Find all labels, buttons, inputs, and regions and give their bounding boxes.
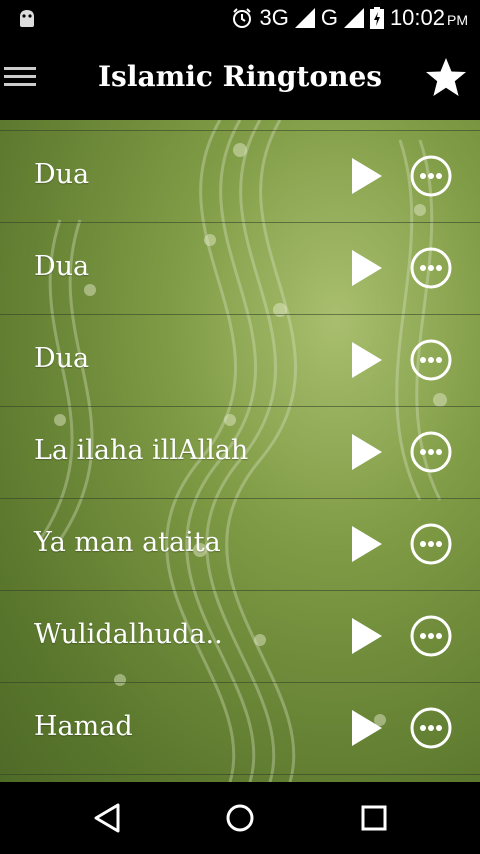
signal-icon [343,8,364,28]
ringtone-title: Dua [34,251,90,282]
more-options-icon[interactable] [410,247,452,289]
ringtone-row[interactable]: La ilaha illAllah [0,406,480,498]
more-options-icon[interactable] [410,523,452,565]
ringtone-title: Dua [34,159,90,190]
network-type-g: G [320,5,338,30]
ringtone-row[interactable]: Dua [0,314,480,406]
play-icon[interactable] [350,432,384,472]
ringtone-title: La ilaha illAllah [34,435,249,466]
battery-icon [369,7,384,29]
status-bar: 3G G 10:02 PM [0,0,480,36]
ringtone-row[interactable]: Ya man ataita [0,498,480,590]
alarm-icon [233,8,252,28]
ringtone-row[interactable]: Dua [0,130,480,222]
play-icon[interactable] [350,156,384,196]
play-icon[interactable] [350,248,384,288]
back-icon[interactable] [90,800,126,836]
ringtone-list-area[interactable]: Dua Dua Dua La ilaha illAllah Ya man ata… [0,120,480,782]
ringtone-row[interactable]: Hamad [0,682,480,775]
signal-icon [294,8,315,28]
play-icon[interactable] [350,616,384,656]
ringtone-row[interactable]: Wulidalhuda.. [0,590,480,682]
ringtone-list: Dua Dua Dua La ilaha illAllah Ya man ata… [0,130,480,775]
play-icon[interactable] [350,708,384,748]
home-icon[interactable] [222,800,258,836]
android-icon [20,10,34,27]
star-icon[interactable] [424,56,468,100]
app-bar: Islamic Ringtones [0,36,480,120]
more-options-icon[interactable] [410,155,452,197]
more-options-icon[interactable] [410,339,452,381]
ringtone-title: Dua [34,343,90,374]
ringtone-row[interactable]: Dua [0,222,480,314]
play-icon[interactable] [350,340,384,380]
more-options-icon[interactable] [410,615,452,657]
ringtone-title: Ya man ataita [34,527,221,558]
more-options-icon[interactable] [410,431,452,473]
page-title: Islamic Ringtones [97,60,383,93]
play-icon[interactable] [350,524,384,564]
recents-icon[interactable] [356,800,392,836]
ringtone-title: Wulidalhuda.. [34,619,223,650]
clock: 10:02 PM [389,5,468,30]
ringtone-title: Hamad [34,711,133,742]
network-type-3g: 3G [259,5,289,30]
navigation-bar [0,782,480,854]
more-options-icon[interactable] [410,707,452,749]
